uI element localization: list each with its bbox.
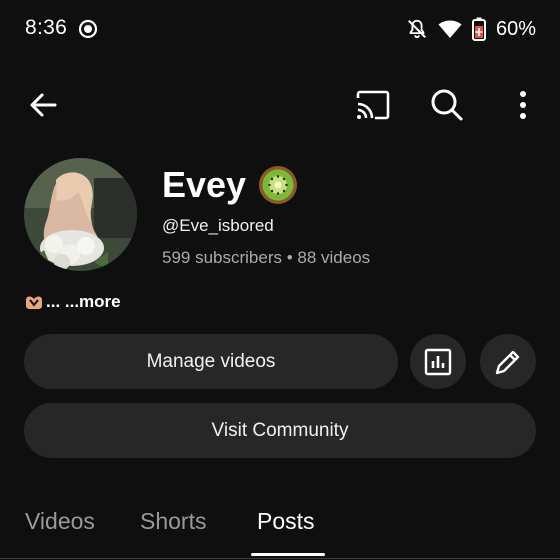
manage-videos-label: Manage videos bbox=[146, 350, 276, 372]
channel-stats: 599 subscribers • 88 videos bbox=[162, 248, 371, 267]
status-indicators: 60% bbox=[406, 16, 536, 42]
screen-record-icon bbox=[78, 19, 98, 39]
channel-name-text: Evey bbox=[162, 164, 247, 205]
visit-community-label: Visit Community bbox=[211, 419, 349, 441]
analytics-icon bbox=[424, 348, 452, 376]
wifi-icon bbox=[438, 19, 462, 39]
tab-videos[interactable]: Videos bbox=[25, 508, 95, 535]
channel-tabs: Videos Shorts Posts bbox=[0, 500, 560, 560]
channel-description[interactable]: ... ...more bbox=[24, 292, 121, 312]
tab-shorts[interactable]: Shorts bbox=[140, 508, 206, 535]
channel-avatar[interactable] bbox=[24, 158, 137, 271]
pencil-icon bbox=[493, 347, 523, 377]
battery-percentage: 60% bbox=[495, 17, 536, 40]
visit-community-button[interactable]: Visit Community bbox=[24, 403, 536, 458]
kiwi-emoji-icon bbox=[258, 165, 298, 205]
do-not-disturb-bell-icon bbox=[406, 18, 428, 40]
more-vert-icon[interactable] bbox=[502, 84, 544, 126]
back-arrow-icon[interactable] bbox=[22, 84, 64, 126]
search-icon[interactable] bbox=[426, 84, 468, 126]
edit-channel-button[interactable] bbox=[480, 334, 536, 389]
description-text: ... ...more bbox=[46, 292, 121, 311]
tabs-divider bbox=[0, 558, 560, 559]
heart-hands-emoji-icon bbox=[24, 294, 44, 310]
selected-tab-indicator bbox=[251, 553, 325, 556]
channel-handle: @Eve_isbored bbox=[162, 216, 274, 235]
tab-posts[interactable]: Posts bbox=[257, 508, 315, 535]
top-app-bar bbox=[0, 74, 560, 132]
status-bar: 8:36 60% bbox=[0, 0, 560, 58]
manage-videos-button[interactable]: Manage videos bbox=[24, 334, 398, 389]
channel-name: Evey bbox=[162, 164, 298, 206]
cast-icon[interactable] bbox=[352, 84, 394, 126]
status-time: 8:36 bbox=[25, 16, 68, 39]
analytics-button[interactable] bbox=[410, 334, 466, 389]
battery-saver-icon bbox=[471, 17, 486, 41]
